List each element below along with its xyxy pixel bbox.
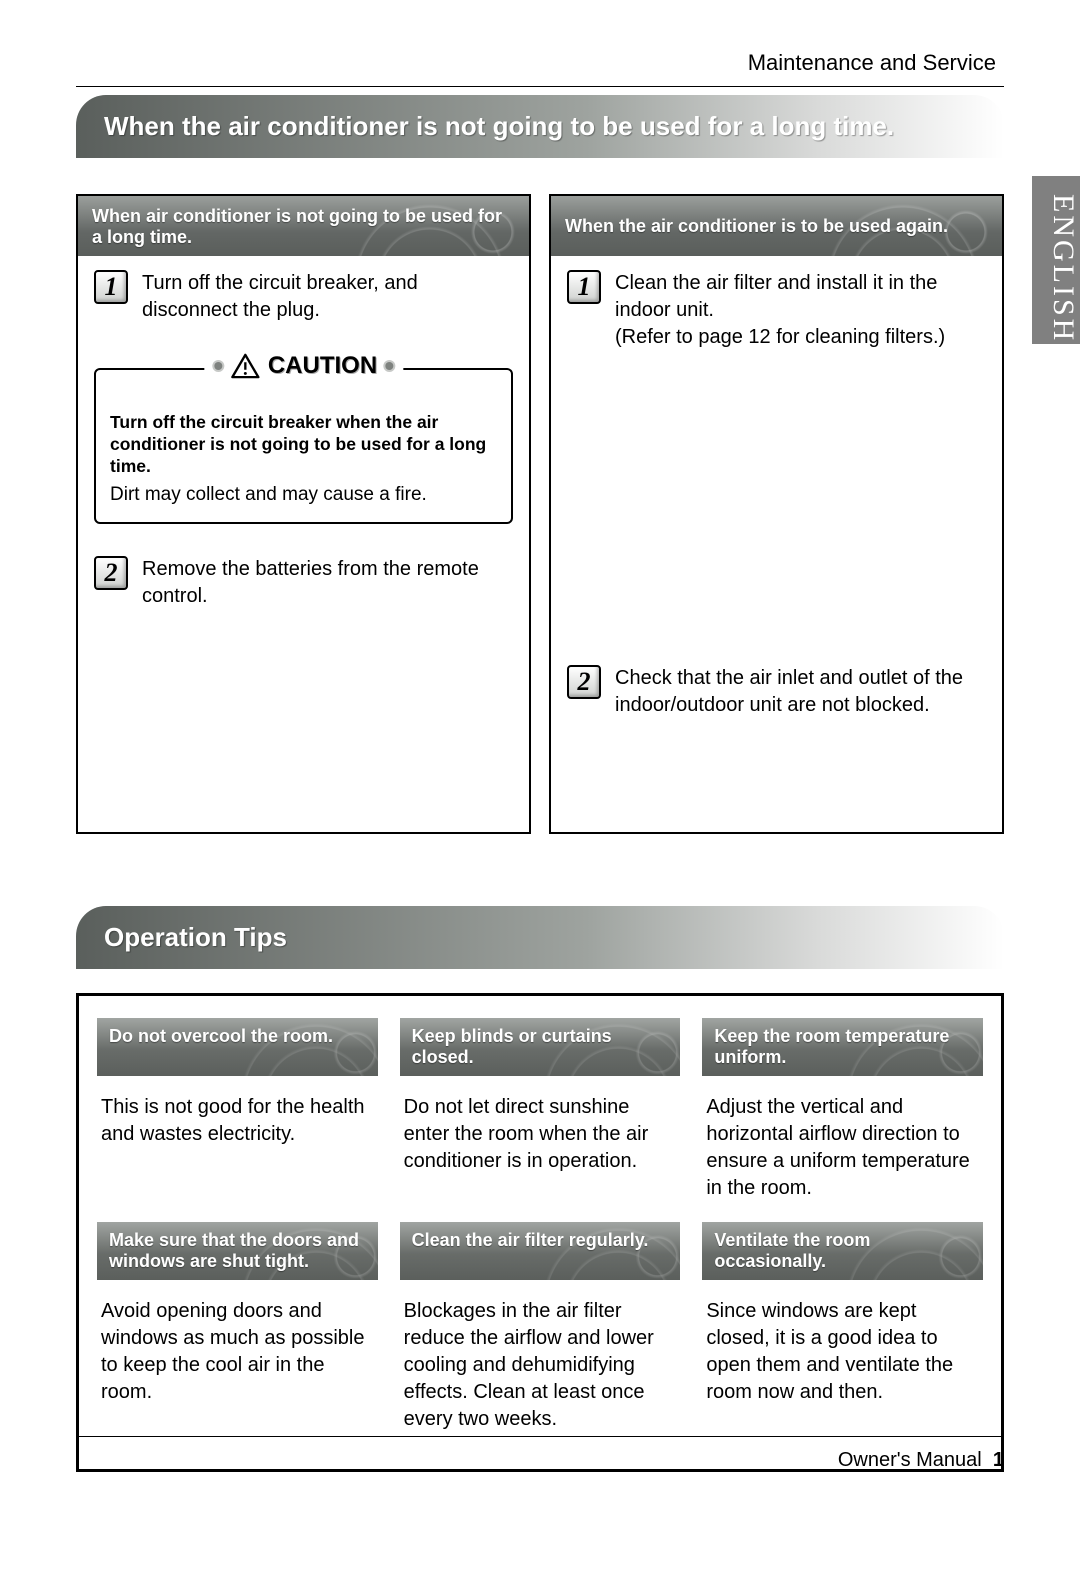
- step-number-icon: 2: [94, 556, 128, 590]
- tip-body: Do not let direct sunshine enter the roo…: [400, 1076, 681, 1175]
- panel-header-not-used: When air conditioner is not going to be …: [78, 196, 529, 256]
- panel-not-used: When air conditioner is not going to be …: [76, 194, 531, 834]
- tip-header: Keep the room temperature uniform.: [702, 1018, 983, 1076]
- panel-header-used-again: When the air conditioner is to be used a…: [551, 196, 1002, 256]
- step-1-right: 1 Clean the air filter and install it in…: [551, 256, 1002, 361]
- tip-overcool: Do not overcool the room. This is not go…: [97, 1018, 378, 1202]
- tip-doors: Make sure that the doors and windows are…: [97, 1222, 378, 1433]
- dot-icon: [385, 362, 393, 370]
- caution-bold-text: Turn off the circuit breaker when the ai…: [110, 412, 497, 478]
- tip-uniform: Keep the room temperature uniform. Adjus…: [702, 1018, 983, 1202]
- tip-header: Clean the air filter regularly.: [400, 1222, 681, 1280]
- tip-body: Avoid opening doors and windows as much …: [97, 1280, 378, 1406]
- caution-title: CAUTION: [204, 352, 403, 380]
- language-tab: ENGLISH: [1032, 176, 1080, 344]
- tip-body: Since windows are kept closed, it is a g…: [702, 1280, 983, 1406]
- section-header: Maintenance and Service: [76, 50, 1004, 76]
- header-rule: [76, 86, 1004, 87]
- section-banner-tips: Operation Tips: [76, 906, 1004, 969]
- tips-container: Do not overcool the room. This is not go…: [76, 993, 1004, 1472]
- step-2-left: 2 Remove the batteries from the remote c…: [78, 542, 529, 620]
- tip-body: This is not good for the health and wast…: [97, 1076, 378, 1148]
- spacer: [551, 361, 1002, 651]
- step-number-icon: 2: [567, 665, 601, 699]
- caution-box: CAUTION Turn off the circuit breaker whe…: [94, 368, 513, 524]
- panel-title: When the air conditioner is to be used a…: [565, 216, 948, 236]
- tip-filter: Clean the air filter regularly. Blockage…: [400, 1222, 681, 1433]
- step-2-right-text: Check that the air inlet and outlet of t…: [615, 665, 986, 719]
- page-footer: Owner's Manual 1: [76, 1436, 1004, 1472]
- panel-used-again: When the air conditioner is to be used a…: [549, 194, 1004, 834]
- section-banner-long-time: When the air conditioner is not going to…: [76, 95, 1004, 158]
- step-number-icon: 1: [94, 270, 128, 304]
- dot-icon: [214, 362, 222, 370]
- panel-title: When air conditioner is not going to be …: [92, 206, 502, 247]
- page-number: 1: [993, 1449, 1004, 1471]
- step-1-left-text: Turn off the circuit breaker, and discon…: [142, 270, 513, 324]
- tip-body: Blockages in the air filter reduce the a…: [400, 1280, 681, 1433]
- two-panel-row: When air conditioner is not going to be …: [76, 194, 1004, 834]
- tip-body: Adjust the vertical and horizontal airfl…: [702, 1076, 983, 1202]
- footer-label: Owner's Manual: [838, 1449, 982, 1471]
- tip-header: Keep blinds or curtains closed.: [400, 1018, 681, 1076]
- tip-header: Make sure that the doors and windows are…: [97, 1222, 378, 1280]
- caution-label: CAUTION: [268, 352, 377, 380]
- tips-grid: Do not overcool the room. This is not go…: [97, 1018, 983, 1433]
- step-2-left-text: Remove the batteries from the remote con…: [142, 556, 513, 610]
- step-1-right-text: Clean the air filter and install it in t…: [615, 270, 986, 351]
- warning-triangle-icon: [230, 353, 260, 379]
- footer-rule: [76, 1436, 1004, 1437]
- step-2-right: 2 Check that the air inlet and outlet of…: [551, 651, 1002, 729]
- tip-ventilate: Ventilate the room occasionally. Since w…: [702, 1222, 983, 1433]
- step-1-left: 1 Turn off the circuit breaker, and disc…: [78, 256, 529, 334]
- caution-body-text: Dirt may collect and may cause a fire.: [110, 484, 497, 506]
- step-number-icon: 1: [567, 270, 601, 304]
- page: Maintenance and Service ENGLISH When the…: [0, 0, 1080, 1512]
- tip-header: Ventilate the room occasionally.: [702, 1222, 983, 1280]
- tip-header: Do not overcool the room.: [97, 1018, 378, 1076]
- tip-blinds: Keep blinds or curtains closed. Do not l…: [400, 1018, 681, 1202]
- footer-text: Owner's Manual 1: [76, 1449, 1004, 1472]
